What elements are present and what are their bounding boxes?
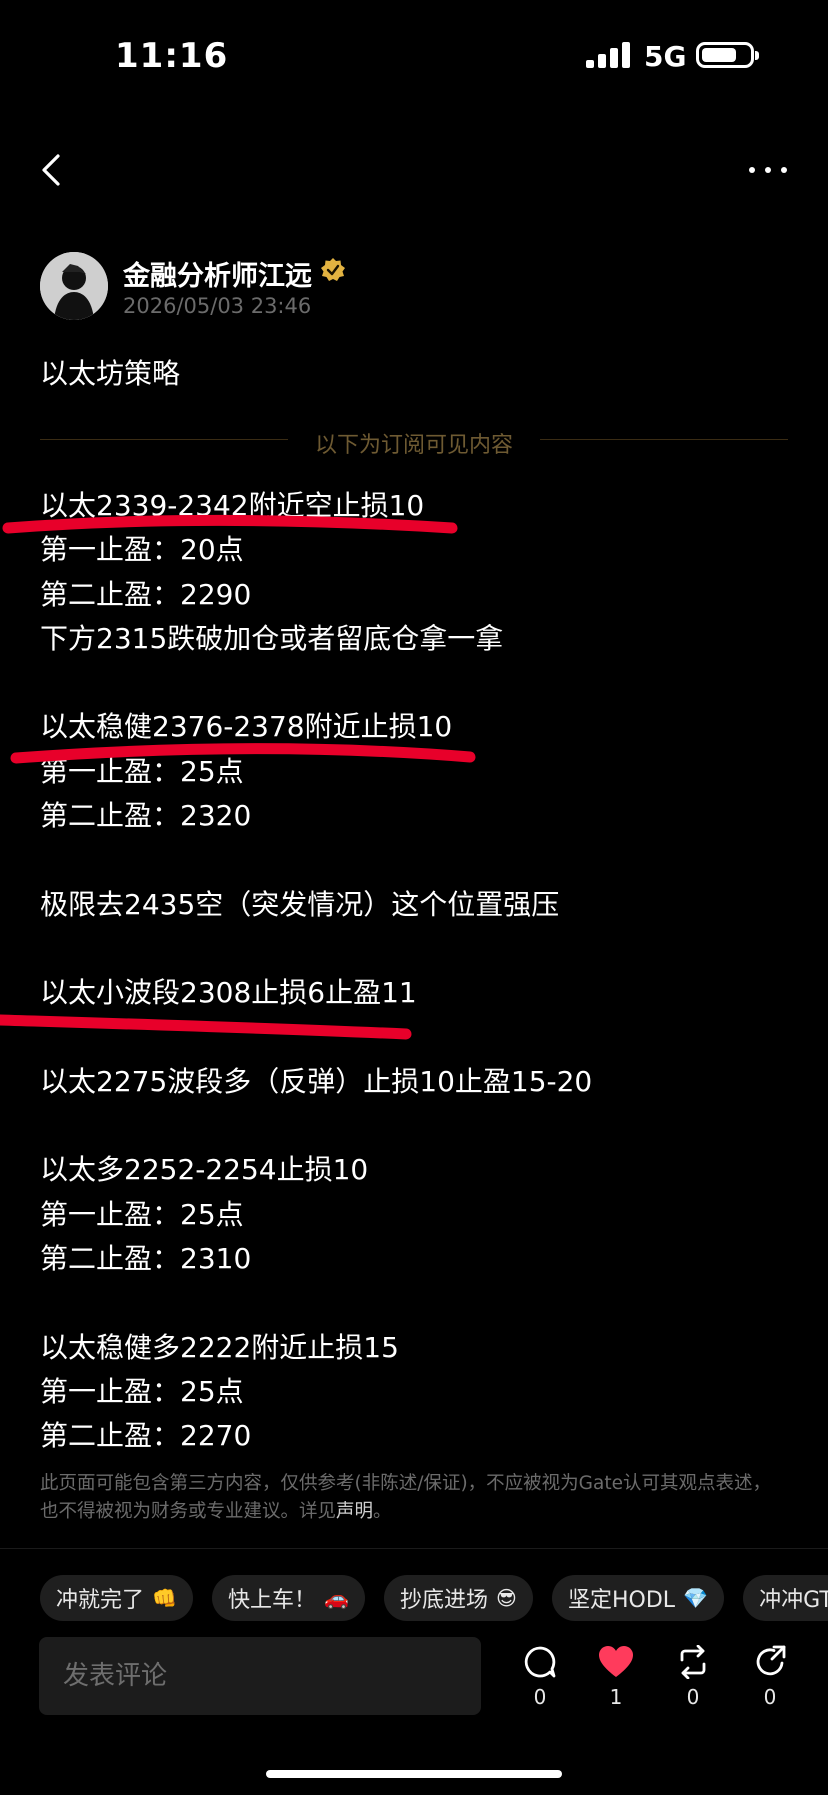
content-line: 第一止盈：25点 — [40, 1374, 244, 1408]
content-line: 第一止盈：25点 — [40, 754, 244, 788]
post-title: 以太坊策略 — [40, 357, 181, 390]
like-button[interactable]: 1 — [586, 1645, 646, 1709]
content-line: 第二止盈：2320 — [40, 799, 252, 833]
chip-label: 快上车！ — [228, 1588, 317, 1613]
reaction-chip[interactable]: 抄底进场 😎 — [384, 1575, 533, 1621]
content-line — [40, 1281, 800, 1325]
fist-emoji-icon: 👊 — [152, 1586, 177, 1610]
author-name[interactable]: 金融分析师江远 — [123, 254, 312, 293]
reaction-chip[interactable]: 坚定HODL 💎 — [552, 1575, 724, 1621]
content-line: 第一止盈：25点 — [40, 1197, 244, 1231]
disclaimer-text: 此页面可能包含第三方内容，仅供参考(非陈述/保证)，不应被视为Gate认可其观点… — [40, 1473, 771, 1522]
content-line: 以太2339-2342附近空止损10 — [40, 489, 425, 522]
back-icon[interactable] — [38, 150, 68, 190]
repost-count: 0 — [686, 1685, 700, 1709]
content-line: 第二止盈：2270 — [40, 1419, 252, 1453]
content-line: 第二止盈：2290 — [40, 577, 252, 611]
content-line: 第一止盈：20点 — [40, 533, 244, 567]
status-time: 11:16 — [115, 36, 229, 76]
signal-icon — [586, 42, 630, 68]
disclaimer-link[interactable]: 声明 — [336, 1501, 373, 1522]
comment-input[interactable]: 发表评论 — [39, 1637, 481, 1715]
like-count: 1 — [609, 1685, 623, 1709]
disclaimer: 此页面可能包含第三方内容，仅供参考(非陈述/保证)，不应被视为Gate认可其观点… — [40, 1470, 780, 1526]
reaction-chip[interactable]: 冲冲GT — [743, 1575, 828, 1621]
network-type: 5G — [644, 40, 687, 73]
content-line: 以太多2252-2254止损10 — [40, 1153, 369, 1187]
separator — [0, 1548, 828, 1549]
content-line: 以太2275波段多（反弹）止损10止盈15-20 — [40, 1064, 593, 1098]
chip-label: 抄底进场 — [400, 1588, 489, 1613]
reaction-chip[interactable]: 快上车！ 🚗 — [212, 1575, 365, 1621]
share-count: 0 — [763, 1685, 777, 1709]
subscriber-divider: 以下为订阅可见内容 — [314, 433, 513, 458]
content-line — [40, 1104, 800, 1148]
content-line: 极限去2435空（突发情况）这个位置强压 — [40, 887, 560, 921]
content-line — [40, 838, 800, 882]
heart-icon — [599, 1646, 633, 1677]
chip-label: 冲就完了 — [56, 1588, 145, 1613]
content-line: 以太稳健2376-2378附近止损10 — [40, 710, 453, 744]
gem-emoji-icon: 💎 — [683, 1586, 708, 1610]
content-line — [40, 927, 800, 971]
battery-icon — [696, 42, 759, 68]
disclaimer-end: 。 — [373, 1501, 392, 1522]
reaction-chip[interactable]: 冲就完了 👊 — [40, 1575, 193, 1621]
comment-icon — [524, 1646, 556, 1678]
post-date: 2026/05/03 23:46 — [123, 294, 312, 318]
quick-reactions: 冲就完了 👊 快上车！ 🚗 抄底进场 😎 坚定HODL 💎 冲冲GT — [40, 1575, 828, 1623]
comment-button[interactable]: 0 — [510, 1645, 570, 1709]
repost-button[interactable]: 0 — [663, 1645, 723, 1709]
more-icon[interactable] — [746, 150, 790, 190]
sunglasses-emoji-icon: 😎 — [496, 1586, 517, 1610]
avatar[interactable] — [40, 252, 108, 320]
share-icon — [756, 1645, 786, 1676]
share-button[interactable]: 0 — [740, 1645, 800, 1709]
verified-icon — [321, 258, 345, 281]
home-indicator[interactable] — [266, 1770, 562, 1778]
comment-count: 0 — [533, 1685, 547, 1709]
content-line: 以太稳健多2222附近止损15 — [40, 1330, 399, 1364]
repost-icon — [680, 1645, 706, 1679]
content-line — [40, 661, 800, 705]
content-line: 第二止盈：2310 — [40, 1242, 252, 1276]
post-content: 以太2339-2342附近空止损10 第一止盈：20点 第二止盈：2290 下方… — [40, 484, 800, 1459]
content-line: 下方2315跌破加仓或者留底仓拿一拿 — [40, 621, 504, 655]
content-line — [40, 1016, 800, 1060]
chip-label: 冲冲GT — [759, 1588, 828, 1613]
chip-label: 坚定HODL — [568, 1588, 676, 1613]
car-emoji-icon: 🚗 — [324, 1586, 349, 1610]
content-line: 以太小波段2308止损6止盈11 — [40, 976, 417, 1010]
